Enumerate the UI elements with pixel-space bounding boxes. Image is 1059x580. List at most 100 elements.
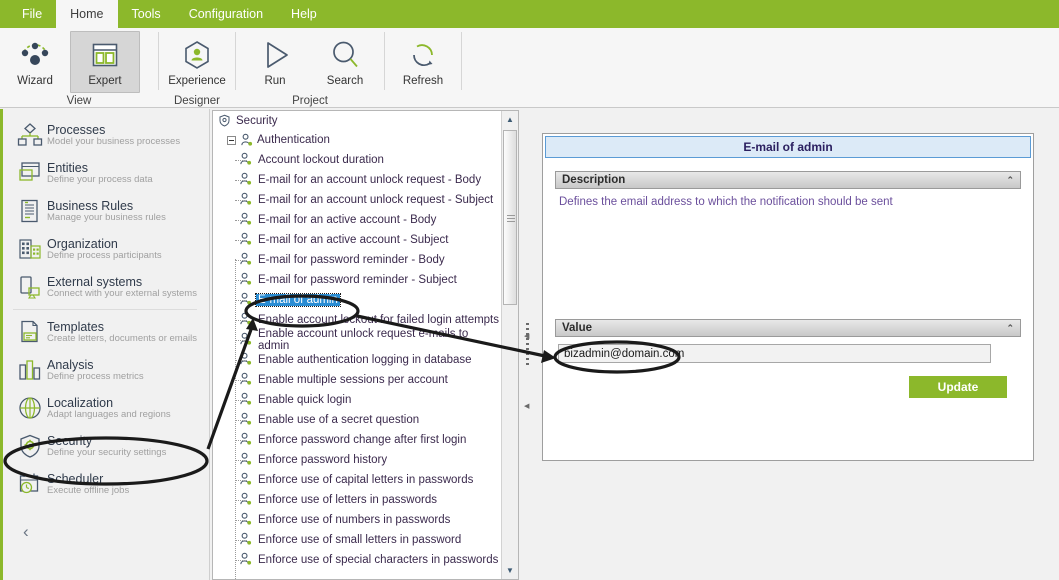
sidebar-item-business-rules-subtitle: Manage your business rules (47, 211, 166, 223)
tree-leaf-item[interactable]: Enforce password change after first logi… (213, 430, 501, 450)
menu-item-help[interactable]: Help (277, 0, 331, 28)
refresh-label: Refresh (402, 75, 444, 87)
rules-document-icon (13, 198, 47, 224)
menu-item-configuration[interactable]: Configuration (175, 0, 277, 28)
tree-connector (235, 340, 247, 341)
tree-leaf-item[interactable]: Enforce use of special characters in pas… (213, 550, 501, 570)
tree-leaf-item[interactable]: Enforce use of numbers in passwords (213, 510, 501, 530)
tree-connector (235, 520, 247, 521)
tree-connector (235, 460, 247, 461)
sidebar-item-security[interactable]: Security Define your security settings (3, 427, 209, 465)
menu-item-file[interactable]: File (8, 0, 56, 28)
ribbon-group-project-label: Project (292, 94, 328, 107)
scroll-down-arrow-icon[interactable]: ▼ (502, 562, 518, 579)
sidebar-item-templates-title: Templates (47, 319, 104, 334)
security-shield-icon (218, 114, 231, 127)
sidebar-item-business-rules[interactable]: Business Rules Manage your business rule… (3, 192, 209, 230)
tree-leaf-label: Enable multiple sessions per account (258, 374, 448, 386)
search-label: Search (326, 75, 364, 87)
value-section-header[interactable]: Value ⌃ (555, 319, 1021, 337)
tree-leaf-item[interactable]: Enforce use of capital letters in passwo… (213, 470, 501, 490)
sidebar-item-scheduler[interactable]: Scheduler Execute offline jobs (3, 465, 209, 503)
sidebar-item-analysis-title: Analysis (47, 357, 94, 372)
sidebar-item-organization-title: Organization (47, 236, 118, 251)
tree-leaf-label: Enforce password history (258, 454, 388, 466)
tree-leaf-item[interactable]: Enforce use of small letters in password (213, 530, 501, 550)
tree-leaf-label: E-mail of admin (255, 293, 341, 307)
tree-leaf-item[interactable]: E-mail of admin (213, 290, 501, 310)
tree-leaf-item[interactable]: E-mail for an account unlock request - S… (213, 190, 501, 210)
scrollbar-thumb[interactable] (503, 130, 517, 305)
application-window: File Home Tools Configuration Help Wizar… (0, 0, 1059, 580)
sidebar-item-external-systems[interactable]: External systems Connect with your exter… (3, 268, 209, 306)
sidebar-item-analysis[interactable]: Analysis Define process metrics (3, 351, 209, 389)
tree-leaf-item[interactable]: E-mail for password reminder - Subject (213, 270, 501, 290)
tree-leaf-label: Enable account unlock request e-mails to… (258, 328, 469, 352)
chevron-up-icon[interactable]: ⌃ (1006, 323, 1014, 334)
tree-leaf-item[interactable]: Enable authentication logging in databas… (213, 350, 501, 370)
value-section-body: bizadmin@domain.com Update (555, 344, 1021, 398)
tree-leaf-item[interactable]: Account lockout duration (213, 150, 501, 170)
refresh-button[interactable]: Refresh (388, 31, 458, 93)
tree-connector (235, 280, 247, 281)
chevron-up-icon[interactable]: ⌃ (1006, 175, 1014, 186)
tree-root-label: Security (236, 114, 278, 127)
email-value-input[interactable]: bizadmin@domain.com (558, 344, 991, 363)
tree-leaf-label: Enable quick login (258, 394, 352, 406)
splitter-grip-icon (526, 323, 529, 367)
templates-page-icon (13, 319, 47, 345)
menu-item-home[interactable]: Home (56, 0, 118, 28)
tree-connector (235, 540, 247, 541)
tree-node-authentication[interactable]: Authentication (213, 130, 501, 150)
panel-splitter[interactable]: ◀ ◀ (522, 110, 532, 580)
sidebar-collapse-button[interactable]: ‹ (23, 522, 29, 542)
splitter-arrow-down-icon: ◀ (524, 403, 530, 410)
tree-connector (235, 200, 247, 201)
play-triangle-icon (257, 37, 293, 73)
tree-leaf-item[interactable]: Enable multiple sessions per account (213, 370, 501, 390)
run-button[interactable]: Run (240, 31, 310, 93)
tree-leaf-item[interactable]: Enable use of a secret question (213, 410, 501, 430)
sidebar-item-entities-title: Entities (47, 160, 88, 175)
tree-leaf-item[interactable]: Enable account lockout for failed login … (213, 310, 501, 330)
sidebar-item-entities[interactable]: Entities Define your process data (3, 154, 209, 192)
tree-root-security[interactable]: Security (213, 111, 501, 130)
external-systems-icon (13, 274, 47, 300)
sidebar-item-security-title: Security (47, 433, 93, 448)
localization-globe-icon (13, 395, 47, 421)
experience-button[interactable]: Experience (162, 31, 232, 93)
menu-item-tools[interactable]: Tools (118, 0, 175, 28)
tree-connector (235, 240, 247, 241)
tree-scroll-area: Security Authentication Account lockout … (213, 111, 501, 579)
collapse-expander-icon[interactable] (227, 135, 236, 145)
scroll-up-arrow-icon[interactable]: ▲ (502, 111, 518, 128)
tree-leaf-item[interactable]: Enforce use of letters in passwords (213, 490, 501, 510)
description-section-header[interactable]: Description ⌃ (555, 171, 1021, 189)
search-button[interactable]: Search (310, 31, 380, 93)
tree-vertical-scrollbar[interactable]: ▲ ▼ (501, 111, 518, 579)
tree-leaf-item[interactable]: E-mail for an active account - Body (213, 210, 501, 230)
sidebar-item-external-systems-title: External systems (47, 274, 143, 289)
sidebar-item-templates[interactable]: Templates Create letters, documents or e… (3, 313, 209, 351)
tree-leaf-item[interactable]: Enforce password history (213, 450, 501, 470)
sidebar-item-organization[interactable]: Organization Define process participants (3, 230, 209, 268)
tree-leaf-item[interactable]: Enable quick login (213, 390, 501, 410)
sidebar-item-entities-subtitle: Define your process data (47, 173, 153, 185)
expert-button[interactable]: Expert (70, 31, 140, 93)
tree-leaf-item[interactable]: E-mail for an account unlock request - B… (213, 170, 501, 190)
tree-leaf-item[interactable]: E-mail for an active account - Subject (213, 230, 501, 250)
tree-connector (235, 160, 247, 161)
sidebar-item-processes[interactable]: Processes Model your business processes (3, 116, 209, 154)
scrollbar-grip-icon (507, 214, 515, 222)
ribbon-group-view-label: View (66, 94, 92, 107)
update-button[interactable]: Update (909, 376, 1007, 398)
user-hexagon-icon (179, 37, 215, 73)
experience-label: Experience (168, 75, 226, 87)
sidebar-item-localization[interactable]: Localization Adapt languages and regions (3, 389, 209, 427)
tree-leaf-label: Enforce use of special characters in pas… (258, 554, 499, 566)
tree-leaf-label: Enforce use of letters in passwords (258, 494, 437, 506)
wizard-button[interactable]: Wizard (0, 31, 70, 93)
tree-leaf-item[interactable]: E-mail for password reminder - Body (213, 250, 501, 270)
sidebar-divider (13, 309, 197, 310)
tree-leaf-item[interactable]: Enable account unlock request e-mails to… (213, 328, 501, 352)
